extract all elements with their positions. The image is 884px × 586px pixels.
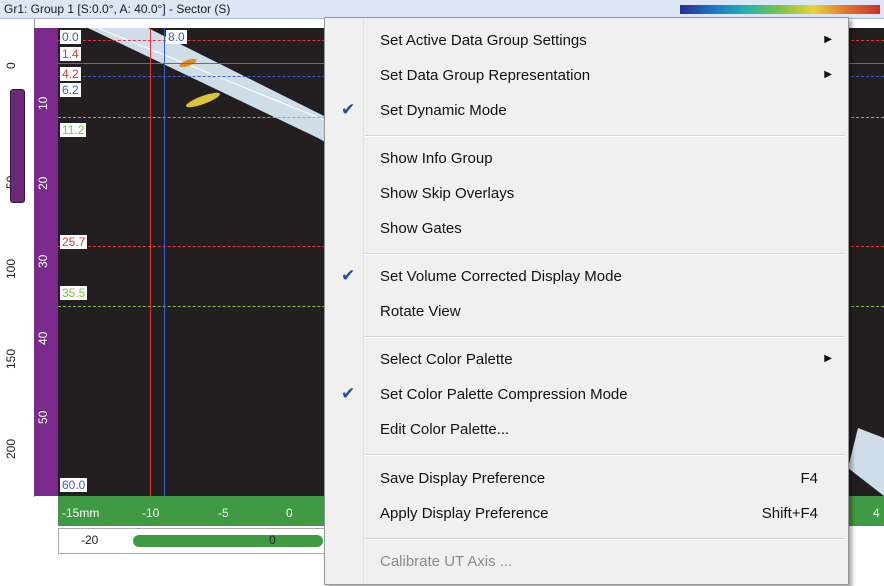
scan-scroll-thumb[interactable] [10, 89, 25, 203]
cursor-line-red[interactable] [150, 28, 151, 496]
left-ruler-label: 100 [4, 258, 18, 279]
gate-tag: 4.2 [60, 67, 81, 81]
cursor-tag: 8.0 [166, 30, 187, 44]
menu-item-show-info-group[interactable]: Show Info Group [325, 142, 848, 176]
depth-ruler-label: 20 [36, 176, 50, 190]
index-ruler-label: -10 [142, 506, 160, 520]
submenu-arrow-icon: ▶ [824, 69, 832, 80]
menu-item-select-color-palette[interactable]: Select Color Palette ▶ [325, 343, 848, 377]
context-menu: Set Active Data Group Settings ▶ Set Dat… [324, 17, 849, 585]
cursor-line-blue[interactable] [164, 28, 165, 496]
gate-tag: 25.7 [60, 235, 88, 249]
gate-tag: 0.0 [60, 30, 81, 44]
index-ruler-label: -5 [218, 506, 229, 520]
bottom-bar-zero: 0 [269, 533, 276, 547]
submenu-arrow-icon: ▶ [824, 34, 832, 45]
gate-tag: 11.2 [60, 123, 87, 137]
index-ruler-label: 4 [873, 506, 880, 520]
index-ruler-label: -15mm [62, 506, 100, 520]
left-ruler-label: 0 [4, 62, 18, 69]
checkmark-icon: ✔ [341, 266, 356, 285]
menu-item-data-group-representation[interactable]: Set Data Group Representation ▶ [325, 59, 848, 93]
menu-item-active-data-group-settings[interactable]: Set Active Data Group Settings ▶ [325, 24, 848, 58]
menu-item-show-gates[interactable]: Show Gates [325, 212, 848, 246]
menu-item-label: Save Display Preference [380, 470, 546, 487]
menu-separator [365, 336, 845, 338]
bottom-bar-value: -20 [81, 533, 99, 547]
left-ruler-label: 200 [4, 438, 18, 459]
menu-item-label: Apply Display Preference [380, 505, 549, 522]
menu-item-label: Show Skip Overlays [380, 185, 515, 202]
menu-item-label: Calibrate UT Axis ... [380, 553, 513, 570]
menu-item-label: Set Data Group Representation [380, 67, 591, 84]
menu-item-label: Set Color Palette Compression Mode [380, 386, 628, 403]
menu-item-label: Show Gates [380, 220, 462, 237]
color-palette-strip [680, 5, 880, 14]
index-ruler-label: 0 [286, 506, 293, 520]
menu-separator [365, 135, 845, 137]
depth-ruler-label: 30 [36, 254, 50, 268]
depth-ruler-label: 10 [36, 96, 50, 110]
menu-item-apply-display-preference[interactable]: Apply Display Preference Shift+F4 [325, 497, 848, 531]
checkmark-icon: ✔ [341, 384, 356, 403]
menu-item-label: Rotate View [380, 303, 461, 320]
gate-tag: 35.5 [60, 286, 88, 300]
gate-tag: 60.0 [60, 478, 88, 492]
view-title: Gr1: Group 1 [S:0.0°, A: 40.0°] - Sector… [4, 2, 231, 16]
left-scan-ruler[interactable]: 0 50 100 150 200 [0, 19, 35, 497]
menu-item-palette-compression-mode[interactable]: ✔ Set Color Palette Compression Mode [325, 378, 848, 412]
menu-item-label: Select Color Palette [380, 351, 513, 368]
menu-item-shortcut: F4 [800, 470, 818, 487]
left-ruler-label: 150 [4, 348, 18, 369]
menu-item-label: Set Volume Corrected Display Mode [380, 268, 622, 285]
bottom-slider[interactable] [133, 535, 323, 547]
menu-item-rotate-view[interactable]: Rotate View [325, 295, 848, 329]
depth-ruler-label: 40 [36, 331, 50, 345]
menu-item-label: Edit Color Palette... [380, 421, 510, 438]
bottom-scroll-bar[interactable]: -20 0 [58, 528, 330, 554]
menu-item-calibrate-ut-axis: Calibrate UT Axis ... [325, 545, 848, 579]
gate-tag: 6.2 [60, 83, 81, 97]
menu-item-save-display-preference[interactable]: Save Display Preference F4 [325, 462, 848, 496]
gate-tag: 1.4 [60, 47, 81, 61]
menu-item-dynamic-mode[interactable]: ✔ Set Dynamic Mode [325, 94, 848, 128]
depth-ruler-label: 50 [36, 410, 50, 424]
menu-item-label: Show Info Group [380, 150, 493, 167]
menu-item-volume-corrected-display[interactable]: ✔ Set Volume Corrected Display Mode [325, 260, 848, 294]
menu-separator [365, 253, 845, 255]
menu-item-label: Set Active Data Group Settings [380, 32, 587, 49]
menu-separator [365, 454, 845, 456]
menu-item-shortcut: Shift+F4 [761, 505, 818, 522]
menu-item-edit-color-palette[interactable]: Edit Color Palette... [325, 413, 848, 447]
checkmark-icon: ✔ [341, 100, 356, 119]
submenu-arrow-icon: ▶ [824, 353, 832, 364]
menu-item-show-skip-overlays[interactable]: Show Skip Overlays [325, 177, 848, 211]
menu-item-label: Set Dynamic Mode [380, 102, 507, 119]
menu-separator [365, 538, 845, 540]
